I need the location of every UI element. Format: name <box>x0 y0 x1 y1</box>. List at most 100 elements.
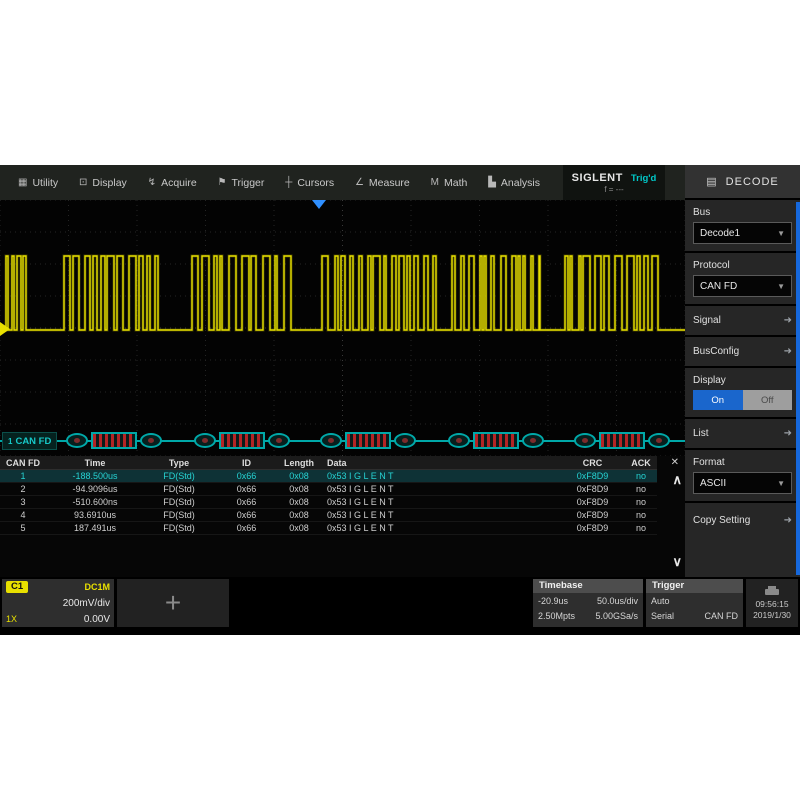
table-cell: 0x08 <box>279 523 319 533</box>
scroll-down-icon[interactable]: ∨ <box>672 554 682 570</box>
protocol-select-value: CAN FD <box>700 281 737 292</box>
table-header-cell: Length <box>279 458 319 468</box>
display-toggle[interactable]: On Off <box>693 390 792 410</box>
trigger-mode: Auto <box>651 594 670 609</box>
table-cell: FD(Std) <box>144 523 214 533</box>
menu-item-label: Trigger <box>232 177 265 189</box>
scroll-up-icon[interactable]: ∧ <box>672 472 682 488</box>
table-row[interactable]: 2-94.9096usFD(Std)0x660x080x53 I G L E N… <box>0 483 657 496</box>
menu-item-acquire[interactable]: ↯Acquire <box>146 173 199 193</box>
table-cell: 0x53 I G L E N T <box>319 510 560 520</box>
table-header-cell: CRC <box>560 458 625 468</box>
add-channel-box[interactable]: + <box>117 579 229 627</box>
menu-item-cursors[interactable]: ┼Cursors <box>283 173 336 193</box>
timebase-title: Timebase <box>533 579 643 593</box>
timebase-box[interactable]: Timebase -20.9us 50.0us/div 2.50Mpts 5.0… <box>533 579 643 627</box>
trigger-icon: ⚑ <box>218 177 227 188</box>
display-label: Display <box>693 375 792 386</box>
protocol-select[interactable]: CAN FD ▼ <box>693 275 792 297</box>
channel1-offset: 0.00V <box>84 614 110 625</box>
channel1-level-icon[interactable] <box>0 322 10 336</box>
menu-item-analysis[interactable]: ▙Analysis <box>486 173 542 193</box>
frame-id-field <box>574 433 596 448</box>
clock-date: 2019/1/30 <box>753 610 791 620</box>
table-cell: 0x66 <box>214 497 279 507</box>
frame-id-field <box>448 433 470 448</box>
oscilloscope-screen: ▦Utility⊡Display↯Acquire⚑Trigger┼Cursors… <box>0 165 800 635</box>
channel1-badge: C1 <box>6 581 28 593</box>
frame-crc-field <box>394 433 416 448</box>
copy-setting-menu-item[interactable]: Copy Setting ➜ <box>685 503 800 535</box>
bus-select[interactable]: Decode1 ▼ <box>693 222 792 244</box>
toggle-off[interactable]: Off <box>743 390 793 410</box>
menu-item-utility[interactable]: ▦Utility <box>16 173 60 193</box>
display-section: Display On Off <box>685 368 800 419</box>
math-icon: M <box>431 177 439 188</box>
frequency-counter: f = --- <box>604 185 623 194</box>
trigger-position-icon[interactable] <box>312 200 326 209</box>
table-header-cell: Time <box>46 458 144 468</box>
waveform-area[interactable]: 1 CAN FD <box>0 200 685 456</box>
table-scrollbar: ✕ ∧ ∨ <box>657 456 685 577</box>
frame-data-field <box>219 432 265 449</box>
bus-section: Bus Decode1 ▼ <box>685 200 800 253</box>
menu-item-math[interactable]: MMath <box>429 173 470 193</box>
table-cell: 0x53 I G L E N T <box>319 484 560 494</box>
table-cell: no <box>625 523 657 533</box>
toggle-on[interactable]: On <box>693 390 743 410</box>
table-cell: 0xF8D9 <box>560 510 625 520</box>
table-cell: FD(Std) <box>144 471 214 481</box>
table-cell: -188.500us <box>46 471 144 481</box>
chevron-down-icon: ▼ <box>777 282 785 291</box>
decode-bus-label[interactable]: 1 CAN FD <box>2 432 57 450</box>
signal-menu-item[interactable]: Signal ➜ <box>685 306 800 337</box>
table-cell: 0x53 I G L E N T <box>319 497 560 507</box>
panel-scrollbar[interactable] <box>796 202 800 575</box>
submenu-arrow-icon: ➜ <box>784 346 792 357</box>
format-select[interactable]: ASCII ▼ <box>693 472 792 494</box>
table-row[interactable]: 493.6910usFD(Std)0x660x080x53 I G L E N … <box>0 509 657 522</box>
table-row[interactable]: 3-510.600nsFD(Std)0x660x080x53 I G L E N… <box>0 496 657 509</box>
timebase-scale: 50.0us/div <box>597 594 638 609</box>
frame-data-field <box>345 432 391 449</box>
trigger-box[interactable]: Trigger Auto Serial CAN FD <box>646 579 743 627</box>
datetime-box[interactable]: 09:56:15 2019/1/30 <box>746 579 798 627</box>
table-header-cell: ACK <box>625 458 657 468</box>
channel1-descriptor[interactable]: C1 DC1M 200mV/div 1X 0.00V <box>2 579 114 627</box>
table-cell: 0x66 <box>214 484 279 494</box>
analysis-icon: ▙ <box>488 177 496 188</box>
table-cell: 3 <box>0 497 46 507</box>
table-row[interactable]: 5187.491usFD(Std)0x660x080x53 I G L E N … <box>0 522 657 535</box>
table-cell: 5 <box>0 523 46 533</box>
list-menu-item[interactable]: List ➜ <box>685 419 800 450</box>
copy-setting-label: Copy Setting <box>693 515 750 526</box>
menu-item-trigger[interactable]: ⚑ Trigger <box>216 173 267 193</box>
frame-crc-field <box>522 433 544 448</box>
busconfig-menu-item[interactable]: BusConfig ➜ <box>685 337 800 368</box>
trigger-title: Trigger <box>646 579 743 593</box>
decode-bus-number: 1 <box>8 437 12 446</box>
table-cell: FD(Std) <box>144 497 214 507</box>
table-row[interactable]: 1-188.500usFD(Std)0x660x080x53 I G L E N… <box>0 470 657 483</box>
frame-id-field <box>66 433 88 448</box>
trigger-status-badge: Trig'd <box>631 173 656 184</box>
menu-item-measure[interactable]: ∠Measure <box>353 173 412 193</box>
frame-data-field <box>599 432 645 449</box>
table-cell: 0x53 I G L E N T <box>319 471 560 481</box>
decode-panel-header[interactable]: ▤ DECODE <box>685 165 800 200</box>
menu-item-display[interactable]: ⊡Display <box>77 173 129 193</box>
table-cell: -510.600ns <box>46 497 144 507</box>
table-header-cell: Data <box>319 458 560 468</box>
chevron-down-icon: ▼ <box>777 229 785 238</box>
close-icon[interactable]: ✕ <box>671 457 679 469</box>
status-bar: C1 DC1M 200mV/div 1X 0.00V + Timebase -2… <box>0 577 800 630</box>
siglent-logo: SIGLENT <box>572 172 623 184</box>
cursors-icon: ┼ <box>285 177 292 188</box>
decode-list-grid: CAN FDTimeTypeIDLengthDataCRCACK1-188.50… <box>0 456 657 535</box>
table-cell: 0xF8D9 <box>560 471 625 481</box>
brand-status-box: SIGLENT Trig'd f = --- <box>563 165 665 200</box>
menu-item-label: Acquire <box>161 177 197 189</box>
frame-id-field <box>320 433 342 448</box>
display-icon: ⊡ <box>79 177 87 188</box>
table-cell: 187.491us <box>46 523 144 533</box>
